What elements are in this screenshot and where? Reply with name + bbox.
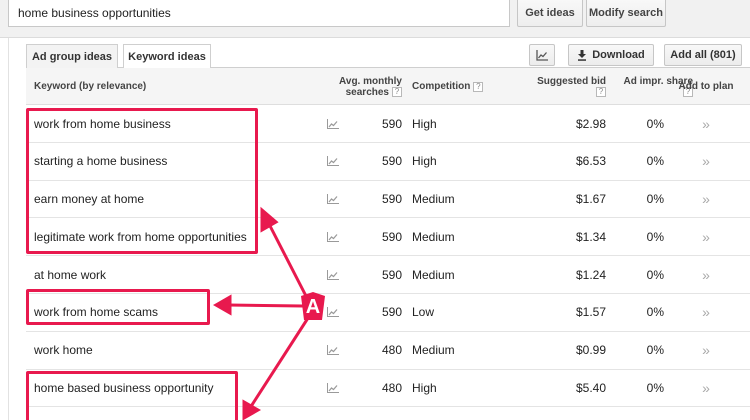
avg-searches-cell: 590 <box>381 192 402 207</box>
table-row: work from home business 590 High $2.98 0% » <box>26 105 750 143</box>
add-to-plan-button[interactable]: » <box>698 218 714 255</box>
suggested-bid-cell: $2.98 <box>575 116 606 131</box>
header-competition-label: Competition <box>412 81 471 92</box>
header-avg-line1: Avg. monthly <box>339 75 402 87</box>
keyword-cell[interactable]: earn money at home <box>34 181 144 218</box>
table-row: starting a home business 590 High $6.53 0% » <box>26 142 750 181</box>
help-icon[interactable]: ? <box>596 86 606 97</box>
left-divider <box>8 38 9 420</box>
keyword-cell[interactable]: work home <box>34 332 93 369</box>
search-input[interactable] <box>8 0 510 27</box>
keyword-cell[interactable]: work from home scams <box>34 294 158 331</box>
tab-keyword-ideas[interactable]: Keyword ideas <box>123 44 211 69</box>
keyword-cell[interactable]: home based business opportunity <box>34 370 213 407</box>
trend-chart-icon[interactable] <box>326 143 340 180</box>
add-all-button[interactable]: Add all (801) <box>664 44 742 66</box>
keyword-ideas-table: Keyword (by relevance) Avg. monthly sear… <box>26 68 750 408</box>
trend-chart-icon[interactable] <box>326 370 340 407</box>
header-avg-monthly-searches[interactable]: Avg. monthly searches ? <box>326 68 402 105</box>
header-bid-label: Suggested bid <box>537 75 606 87</box>
suggested-bid-cell: $1.24 <box>575 267 606 282</box>
avg-searches-cell: 480 <box>381 381 402 396</box>
ad-impr-share-cell: 0% <box>646 305 664 320</box>
trend-chart-icon[interactable] <box>326 332 340 369</box>
avg-searches-cell: 590 <box>381 116 402 131</box>
table-body: work from home business 590 High $2.98 0%» st… <box>26 105 750 408</box>
download-label: Download <box>592 49 645 61</box>
trend-chart-icon[interactable] <box>326 181 340 218</box>
add-to-plan-button[interactable]: » <box>698 370 714 407</box>
get-ideas-button[interactable]: Get ideas <box>517 0 583 27</box>
trend-chart-icon[interactable] <box>326 105 340 142</box>
download-icon <box>578 49 587 61</box>
table-row: home based business opportunity 480 High $5… <box>26 369 750 408</box>
keyword-cell[interactable]: work from home business <box>34 105 171 142</box>
avg-searches-cell: 590 <box>381 305 402 320</box>
competition-cell: Medium <box>412 192 455 207</box>
suggested-bid-cell: $5.40 <box>575 381 606 396</box>
competition-cell: High <box>412 381 437 396</box>
help-icon[interactable]: ? <box>392 87 402 97</box>
competition-cell: Medium <box>412 267 455 282</box>
add-to-plan-button[interactable]: » <box>698 256 714 293</box>
header-keyword[interactable]: Keyword (by relevance) <box>34 68 146 105</box>
chart-toggle-button[interactable] <box>529 44 555 66</box>
search-toolbar: Get ideas Modify search <box>0 0 750 38</box>
add-to-plan-button[interactable]: » <box>698 181 714 218</box>
keyword-cell[interactable]: at home work <box>34 256 106 293</box>
ad-impr-share-cell: 0% <box>646 267 664 282</box>
ad-impr-share-cell: 0% <box>646 343 664 358</box>
table-row: earn money at home 590 Medium $1.67 0% » <box>26 181 750 219</box>
suggested-bid-cell: $6.53 <box>575 154 606 169</box>
ad-impr-share-cell: 0% <box>646 154 664 169</box>
table-row: work home 480 Medium $0.99 0% » <box>26 332 750 370</box>
download-button[interactable]: Download <box>568 44 654 66</box>
add-to-plan-button[interactable]: » <box>698 332 714 369</box>
ad-impr-share-cell: 0% <box>646 116 664 131</box>
avg-searches-cell: 590 <box>381 229 402 244</box>
header-competition[interactable]: Competition ? <box>412 68 484 105</box>
suggested-bid-cell: $1.67 <box>575 192 606 207</box>
suggested-bid-cell: $1.34 <box>575 229 606 244</box>
header-avg-line2: searches <box>345 86 389 98</box>
trend-chart-icon[interactable] <box>326 256 340 293</box>
annotation-marker-a: A <box>305 295 321 318</box>
keyword-cell[interactable]: legitimate work from home opportunities <box>34 218 247 255</box>
keyword-cell[interactable]: starting a home business <box>34 143 167 180</box>
chart-icon <box>536 49 548 61</box>
table-row: legitimate work from home opportunities 5… <box>26 218 750 257</box>
competition-cell: High <box>412 154 437 169</box>
ad-impr-share-cell: 0% <box>646 229 664 244</box>
add-to-plan-button[interactable]: » <box>698 143 714 180</box>
table-row: at home work 590 Medium $1.24 0% » <box>26 256 750 294</box>
avg-searches-cell: 590 <box>381 267 402 282</box>
add-to-plan-button[interactable]: » <box>698 294 714 331</box>
suggested-bid-cell: $0.99 <box>575 343 606 358</box>
help-icon[interactable]: ? <box>473 81 484 92</box>
competition-cell: Medium <box>412 343 455 358</box>
header-add-to-plan: Add to plan <box>678 81 734 92</box>
tab-ad-group-ideas[interactable]: Ad group ideas <box>26 44 118 68</box>
trend-chart-icon[interactable] <box>326 294 340 331</box>
add-to-plan-button[interactable]: » <box>698 105 714 142</box>
table-header: Keyword (by relevance) Avg. monthly sear… <box>26 68 750 105</box>
avg-searches-cell: 480 <box>381 343 402 358</box>
ad-impr-share-cell: 0% <box>646 381 664 396</box>
competition-cell: Low <box>412 305 435 320</box>
avg-searches-cell: 590 <box>381 154 402 169</box>
table-row: work from home scams 590 Low $1.57 0% » <box>26 293 750 332</box>
ad-impr-share-cell: 0% <box>646 192 664 207</box>
competition-cell: High <box>412 116 437 131</box>
suggested-bid-cell: $1.57 <box>575 305 606 320</box>
modify-search-button[interactable]: Modify search <box>586 0 666 27</box>
trend-chart-icon[interactable] <box>326 218 340 255</box>
header-suggested-bid[interactable]: Suggested bid ? <box>496 68 606 105</box>
competition-cell: Medium <box>412 229 455 244</box>
